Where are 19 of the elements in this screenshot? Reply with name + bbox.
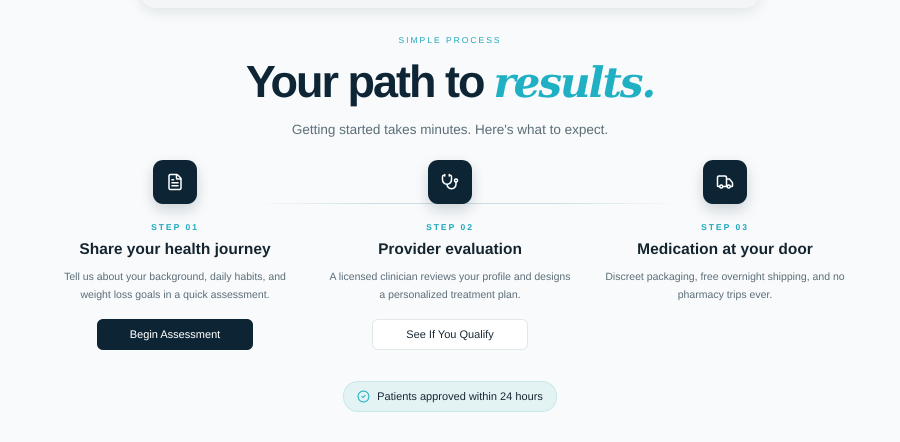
step-title: Share your health journey [79, 241, 271, 259]
step-label: STEP 01 [151, 222, 199, 232]
step-title: Provider evaluation [378, 241, 522, 259]
step-description: Discreet packaging, free overnight shipping, and no pharmacy trips ever. [604, 270, 846, 303]
stethoscope-icon [441, 173, 459, 191]
step-description: Tell us about your background, daily habits, and weight loss goals in a quick assessment. [63, 270, 287, 303]
document-icon [166, 173, 184, 191]
section-eyebrow: SIMPLE PROCESS [398, 35, 502, 45]
step-label: STEP 03 [701, 222, 749, 232]
badge-text: Patients approved within 24 hours [377, 390, 543, 402]
step-title: Medication at your door [637, 241, 813, 259]
step-label: STEP 02 [426, 222, 474, 232]
section-subtitle: Getting started takes minutes. Here's what to expect. [292, 122, 608, 137]
truck-icon [716, 173, 734, 191]
primary-button[interactable]: Begin Assessment [97, 319, 253, 350]
section-heading: Your path to results. [246, 59, 654, 104]
step-description: A licensed clinician reviews your profile and designs a personalized treatment plan. [328, 270, 572, 303]
check-circle-icon [357, 390, 370, 403]
secondary-button[interactable]: See If You Qualify [372, 319, 528, 350]
